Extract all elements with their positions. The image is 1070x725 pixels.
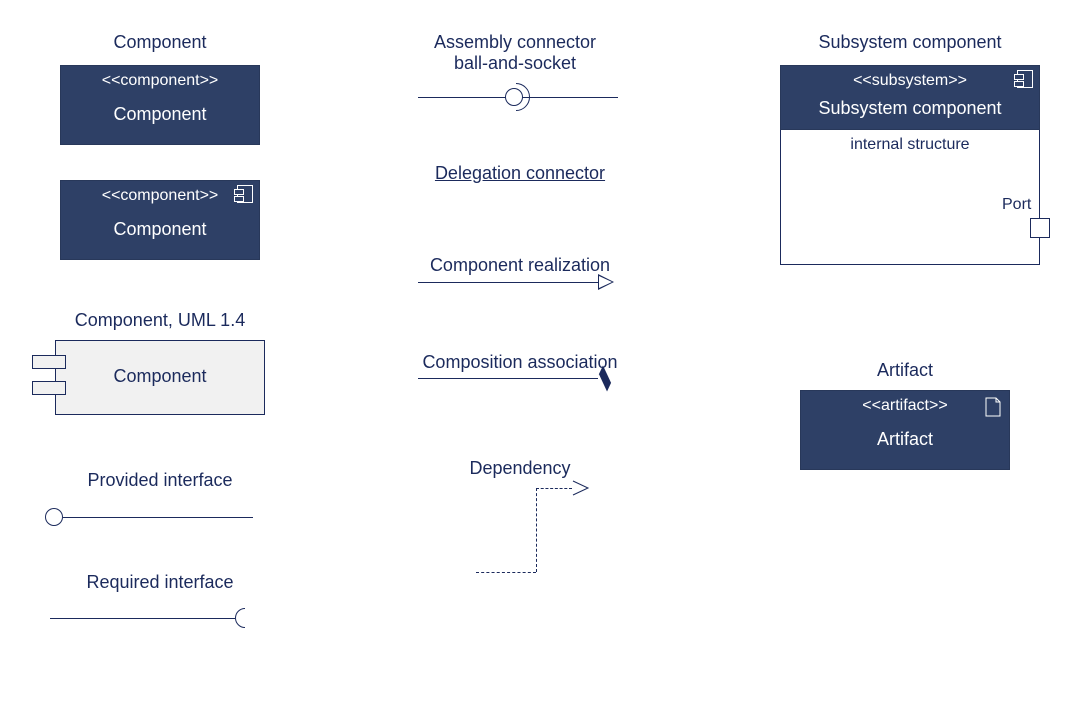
dependency-title: Dependency [430,458,610,479]
component-box-2: <<component>> Component [60,180,260,260]
subsystem-title: Subsystem component [780,32,1040,53]
component-stereotype: <<component>> [61,181,259,205]
assembly-connector-title: Assembly connector ball-and-socket [400,32,630,74]
subsystem-name: Subsystem component [781,90,1039,125]
subsystem-header: <<subsystem>> Subsystem component [780,65,1040,130]
assembly-title-l1: Assembly connector [434,32,596,52]
realization-line [418,282,598,283]
port-box [1030,218,1050,238]
dependency-seg-top [536,488,572,489]
realization-arrowhead [598,274,614,290]
component-stereotype: <<component>> [61,66,259,90]
uml14-title: Component, UML 1.4 [50,310,270,331]
composition-line [418,378,598,379]
component-name: Component [61,205,259,250]
component-realization-title: Component realization [410,255,630,276]
required-interface-title: Required interface [60,572,260,593]
artifact-box: <<artifact>> Artifact [800,390,1010,470]
subsystem-stereotype: <<subsystem>> [781,66,1039,90]
provided-interface-line [63,517,253,518]
artifact-name: Artifact [801,415,1009,460]
subsystem-body: internal structure [780,130,1040,265]
uml14-name: Component [56,341,264,411]
provided-interface-circle [45,508,63,526]
component-icon [237,185,253,203]
composition-diamond [596,374,614,383]
dependency-seg-vert [536,488,537,572]
artifact-stereotype: <<artifact>> [801,391,1009,415]
required-interface-socket [235,608,255,628]
port-label: Port [1002,196,1031,214]
artifact-title: Artifact [800,360,1010,381]
provided-interface-title: Provided interface [60,470,260,491]
component-title: Component [60,32,260,53]
dependency-arrowhead [572,480,588,496]
required-interface-line [50,618,235,619]
assembly-ball [505,88,523,106]
component-icon [1017,70,1033,88]
assembly-title-l2: ball-and-socket [454,53,576,73]
uml14-tab-top [32,355,66,369]
subsystem-internal-label: internal structure [781,130,1039,154]
delegation-connector-title: Delegation connector [420,163,620,184]
component-name: Component [61,90,259,135]
component-box-1: <<component>> Component [60,65,260,145]
document-icon [985,397,1001,417]
uml14-component: Component [55,340,265,415]
uml14-tab-bottom [32,381,66,395]
dependency-seg-bottom [476,572,536,573]
